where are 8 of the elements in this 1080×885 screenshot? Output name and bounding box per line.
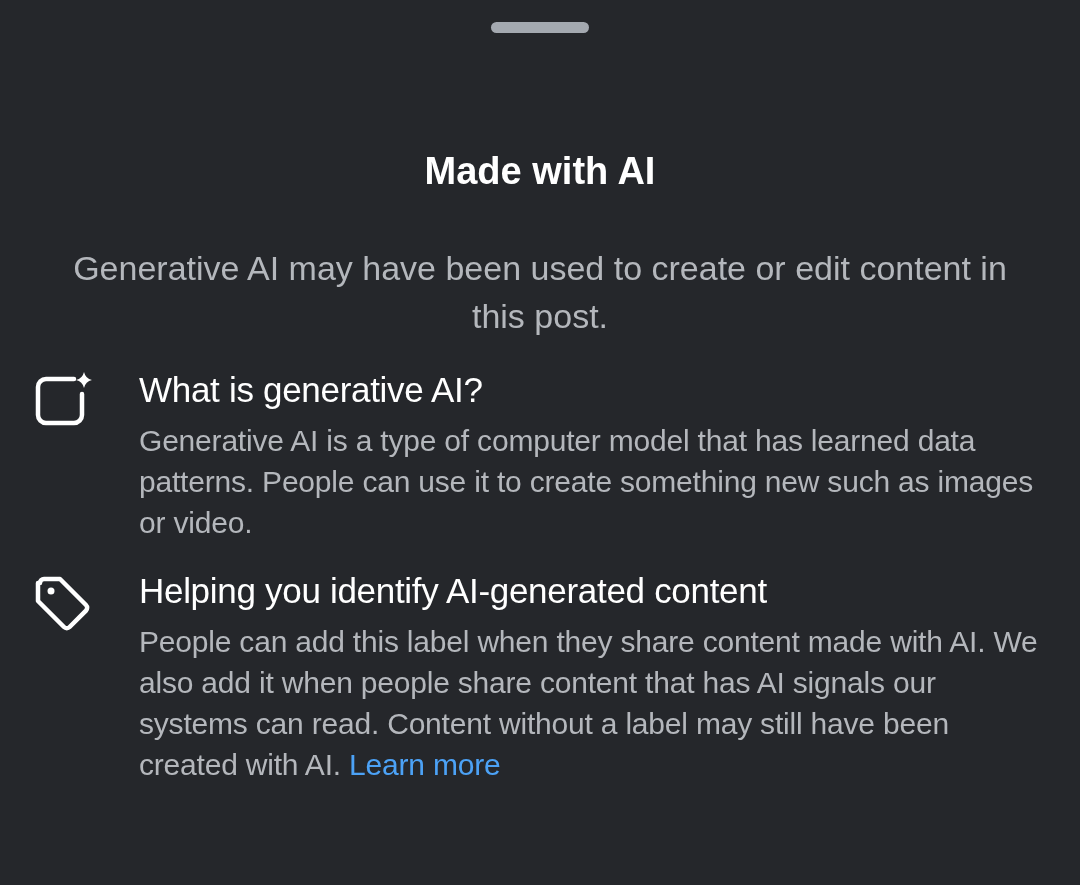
sheet-title: Made with AI [424,149,656,194]
drag-handle[interactable] [491,22,589,33]
section-heading: What is generative AI? [139,369,484,411]
section-text: People can add this label when they share content made with AI. We also add it when people share content that has AI signals our systems can read. Content without a label may still have been created with AI. Learn more [139,624,1039,783]
section-text: Generative AI is a type of computer model that has learned data patterns. People can use it to create something new such as images or video. [139,423,1034,541]
sheet-subtitle: Generative AI may have been used to create or edit content in this post. [72,248,1008,337]
learn-more-link[interactable]: Learn more [349,748,501,781]
section-heading: Helping you identify AI-generated content [139,570,768,612]
